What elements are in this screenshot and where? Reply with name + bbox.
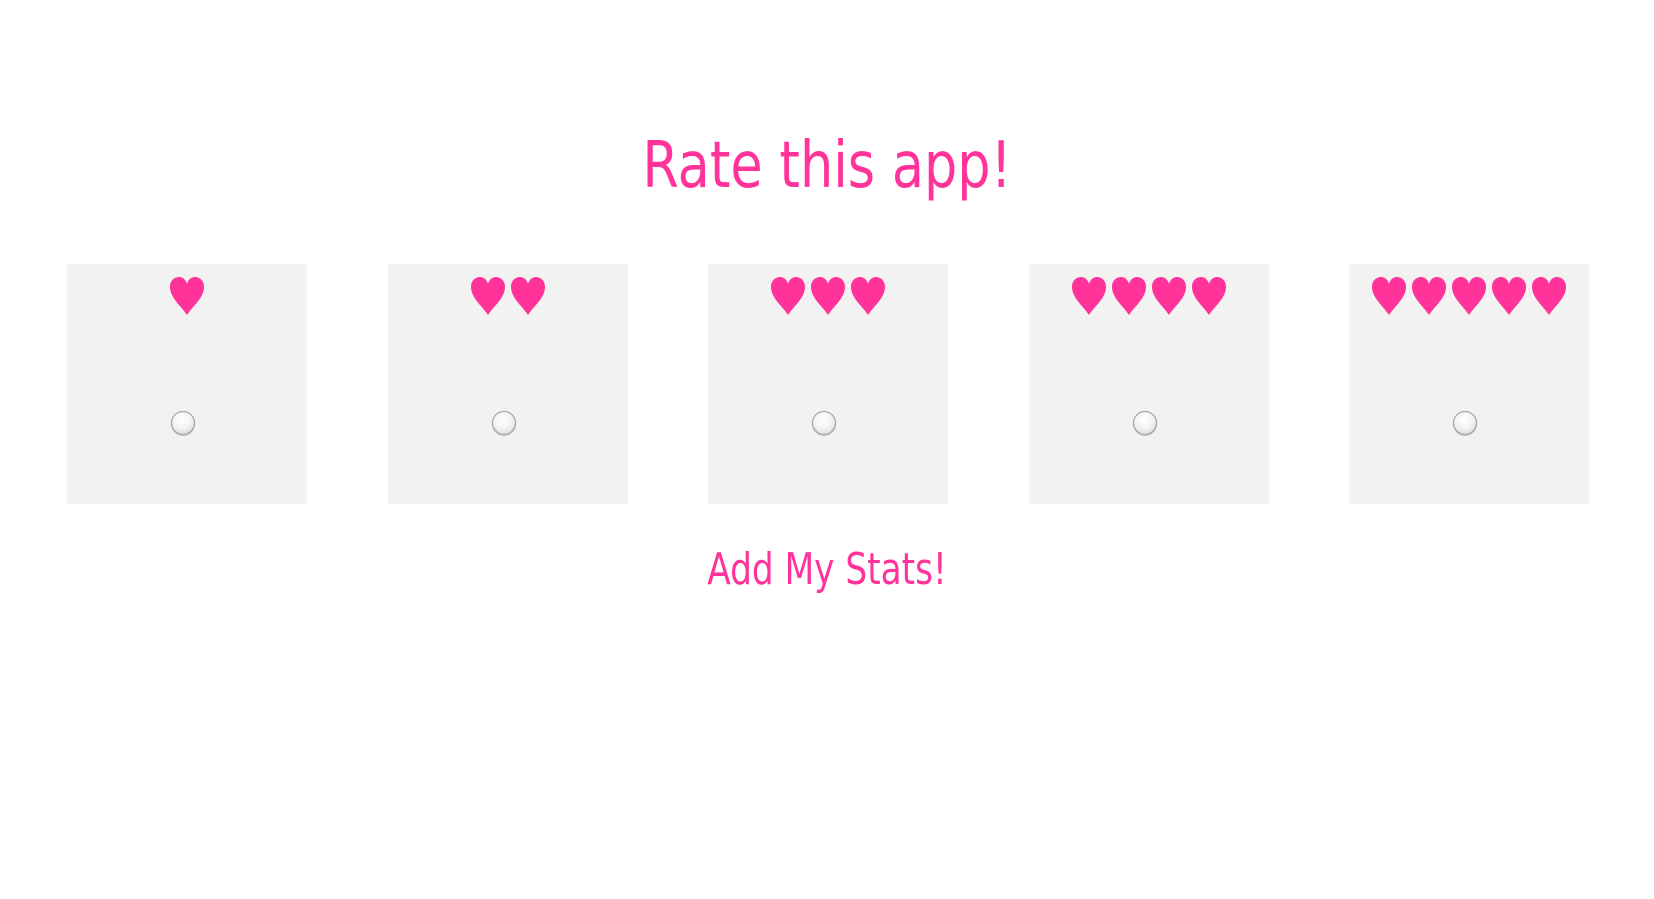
heart-icon [1452,277,1486,315]
heart-icon [851,277,885,315]
heart-icon [771,277,805,315]
rating-option-1[interactable] [67,264,307,504]
heart-icon [1192,277,1226,315]
add-my-stats-button[interactable]: Add My Stats! [182,534,1472,606]
rating-radio-2[interactable] [492,411,516,435]
hearts-row [67,274,307,318]
hearts-row [1029,274,1269,318]
rating-option-3[interactable] [708,264,948,504]
heart-icon [1112,277,1146,315]
heart-icon [511,277,545,315]
heart-icon [1372,277,1406,315]
heart-icon [170,277,204,315]
rating-option-2[interactable] [388,264,628,504]
rating-options [0,264,1654,504]
heart-icon [1492,277,1526,315]
rating-radio-5[interactable] [1453,411,1477,435]
heart-icon [1152,277,1186,315]
page-title: Rate this app! [642,129,1012,203]
hearts-row [1349,274,1589,318]
hearts-row [708,274,948,318]
rating-radio-1[interactable] [171,411,195,435]
heart-icon [471,277,505,315]
rating-option-4[interactable] [1029,264,1269,504]
heart-icon [1072,277,1106,315]
rating-radio-4[interactable] [1133,411,1157,435]
heart-icon [811,277,845,315]
heart-icon [1412,277,1446,315]
heart-icon [1532,277,1566,315]
rating-option-5[interactable] [1349,264,1589,504]
hearts-row [388,274,628,318]
rating-radio-3[interactable] [812,411,836,435]
